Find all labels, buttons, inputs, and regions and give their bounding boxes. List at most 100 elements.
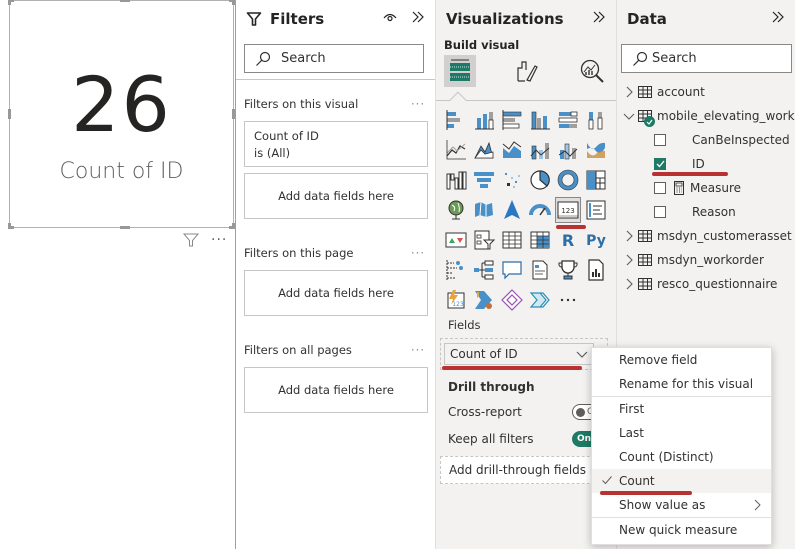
100-stacked-column-chart-icon[interactable] bbox=[584, 108, 608, 132]
resize-handle[interactable] bbox=[8, 223, 11, 229]
more-visuals-icon[interactable] bbox=[556, 288, 580, 312]
decomposition-tree-icon[interactable] bbox=[472, 258, 496, 282]
treemap-icon[interactable] bbox=[584, 168, 608, 192]
menu-item-first[interactable]: First bbox=[592, 397, 771, 421]
clustered-column-chart-icon[interactable] bbox=[528, 108, 552, 132]
ribbon-chart-icon[interactable] bbox=[584, 138, 608, 162]
divider bbox=[236, 79, 435, 80]
data-header: Data bbox=[627, 8, 785, 30]
multi-row-card-icon[interactable] bbox=[584, 198, 608, 222]
add-data-fields-page[interactable]: Add data fields here bbox=[244, 270, 428, 316]
menu-item-remove-field[interactable]: Remove field bbox=[592, 348, 771, 372]
area-chart-icon[interactable] bbox=[472, 138, 496, 162]
table-account[interactable]: account bbox=[623, 80, 793, 104]
line-chart-icon[interactable] bbox=[444, 138, 468, 162]
100-stacked-bar-chart-icon[interactable] bbox=[556, 108, 580, 132]
toggle-state: On bbox=[577, 434, 592, 444]
table-msdyn-workorder[interactable]: msdyn_workorder bbox=[623, 248, 793, 272]
more-options-icon[interactable]: ··· bbox=[411, 343, 425, 357]
metrics-icon[interactable] bbox=[556, 258, 580, 282]
menu-item-new-quick-measure[interactable]: New quick measure bbox=[592, 518, 771, 542]
fields-label: Fields bbox=[448, 318, 481, 332]
resize-handle[interactable] bbox=[120, 0, 130, 2]
clustered-bar-chart-icon[interactable] bbox=[500, 108, 524, 132]
build-visual-tab[interactable] bbox=[444, 55, 476, 87]
menu-item-count-distinct[interactable]: Count (Distinct) bbox=[592, 445, 771, 469]
chevron-down-icon[interactable] bbox=[623, 112, 635, 120]
line-and-stacked-column-chart-icon[interactable] bbox=[528, 138, 552, 162]
resize-handle[interactable] bbox=[8, 0, 11, 5]
menu-item-show-value-as[interactable]: Show value as bbox=[592, 493, 771, 517]
card-icon[interactable]: 123 bbox=[555, 197, 581, 223]
field-name: CanBeInspected bbox=[692, 133, 790, 147]
power-automate-icon[interactable] bbox=[472, 288, 496, 312]
python-visual-icon[interactable]: Py bbox=[584, 228, 608, 252]
card-visual[interactable]: 26 Count of ID bbox=[8, 0, 235, 229]
menu-item-count[interactable]: Count bbox=[592, 469, 771, 493]
field-pill-count-of-id[interactable]: Count of ID bbox=[444, 343, 594, 365]
analytics-tab[interactable] bbox=[576, 55, 608, 87]
field-checkbox[interactable] bbox=[654, 206, 666, 218]
table-mobile-elevating-work[interactable]: mobile_elevating_work... bbox=[623, 104, 795, 128]
stacked-bar-chart-icon[interactable] bbox=[444, 108, 468, 132]
search-placeholder: Search bbox=[652, 51, 697, 66]
add-drill-through-fields[interactable]: Add drill-through fields here bbox=[440, 456, 615, 484]
azure-map-icon[interactable] bbox=[500, 198, 524, 222]
filters-search-input[interactable]: Search bbox=[244, 44, 424, 73]
matrix-icon[interactable] bbox=[528, 228, 552, 252]
resize-handle[interactable] bbox=[120, 226, 130, 229]
map-icon[interactable] bbox=[444, 198, 468, 222]
more-options-icon[interactable]: ··· bbox=[411, 246, 425, 260]
arrows-visual-icon[interactable] bbox=[528, 288, 552, 312]
table-resco-questionnaire[interactable]: resco_questionnaire bbox=[623, 272, 793, 296]
line-and-clustered-column-chart-icon[interactable] bbox=[556, 138, 580, 162]
slicer-icon[interactable] bbox=[472, 228, 496, 252]
gauge-icon[interactable] bbox=[528, 198, 552, 222]
pie-chart-icon[interactable] bbox=[528, 168, 552, 192]
table-msdyn-customerasset[interactable]: msdyn_customerasset bbox=[623, 224, 793, 248]
chevron-right-icon[interactable] bbox=[623, 254, 635, 266]
filter-card-count-of-id[interactable]: Count of ID is (All) bbox=[244, 121, 428, 167]
chevron-down-icon[interactable] bbox=[575, 347, 589, 364]
format-visual-tab[interactable] bbox=[510, 55, 542, 87]
stacked-column-chart-icon[interactable] bbox=[472, 108, 496, 132]
chevron-right-icon[interactable] bbox=[623, 278, 635, 290]
donut-chart-icon[interactable] bbox=[556, 168, 580, 192]
field-measure[interactable]: Measure bbox=[623, 176, 793, 200]
filled-map-icon[interactable] bbox=[472, 198, 496, 222]
field-checkbox[interactable] bbox=[654, 134, 666, 146]
filter-icon[interactable] bbox=[183, 232, 199, 248]
r-script-visual-icon[interactable]: R bbox=[556, 228, 580, 252]
collapse-pane-icon[interactable] bbox=[771, 10, 785, 28]
data-search-input[interactable]: Search bbox=[621, 44, 792, 73]
more-options-icon[interactable]: ··· bbox=[211, 233, 227, 247]
field-canbeinspected[interactable]: CanBeInspected bbox=[623, 128, 793, 152]
field-checkbox-checked[interactable] bbox=[654, 158, 666, 170]
funnel-chart-icon[interactable] bbox=[472, 168, 496, 192]
table-icon[interactable] bbox=[500, 228, 524, 252]
add-data-fields-all-pages[interactable]: Add data fields here bbox=[244, 367, 428, 413]
eye-icon[interactable] bbox=[383, 11, 397, 27]
filters-on-visual-label: Filters on this visual ··· bbox=[244, 97, 425, 111]
diamond-visual-icon[interactable] bbox=[500, 288, 524, 312]
collapse-pane-icon[interactable] bbox=[592, 10, 606, 28]
field-reason[interactable]: Reason bbox=[623, 200, 793, 224]
menu-item-rename[interactable]: Rename for this visual bbox=[592, 372, 771, 396]
qa-icon[interactable] bbox=[500, 258, 524, 282]
add-data-fields-visual[interactable]: Add data fields here bbox=[244, 173, 428, 219]
paginated-report-icon[interactable] bbox=[584, 258, 608, 282]
smart-narrative-icon[interactable] bbox=[528, 258, 552, 282]
scatter-chart-icon[interactable] bbox=[500, 168, 524, 192]
field-checkbox[interactable] bbox=[654, 182, 666, 194]
menu-item-last[interactable]: Last bbox=[592, 421, 771, 445]
filters-on-all-pages-label: Filters on all pages ··· bbox=[244, 343, 425, 357]
waterfall-chart-icon[interactable] bbox=[444, 168, 468, 192]
key-influencers-icon[interactable] bbox=[444, 258, 468, 282]
more-options-icon[interactable]: ··· bbox=[411, 97, 425, 111]
collapse-pane-icon[interactable] bbox=[411, 10, 425, 28]
power-apps-icon[interactable]: 123 bbox=[444, 288, 468, 312]
kpi-icon[interactable] bbox=[444, 228, 468, 252]
chevron-right-icon[interactable] bbox=[623, 230, 635, 242]
chevron-right-icon[interactable] bbox=[623, 86, 635, 98]
stacked-area-chart-icon[interactable] bbox=[500, 138, 524, 162]
